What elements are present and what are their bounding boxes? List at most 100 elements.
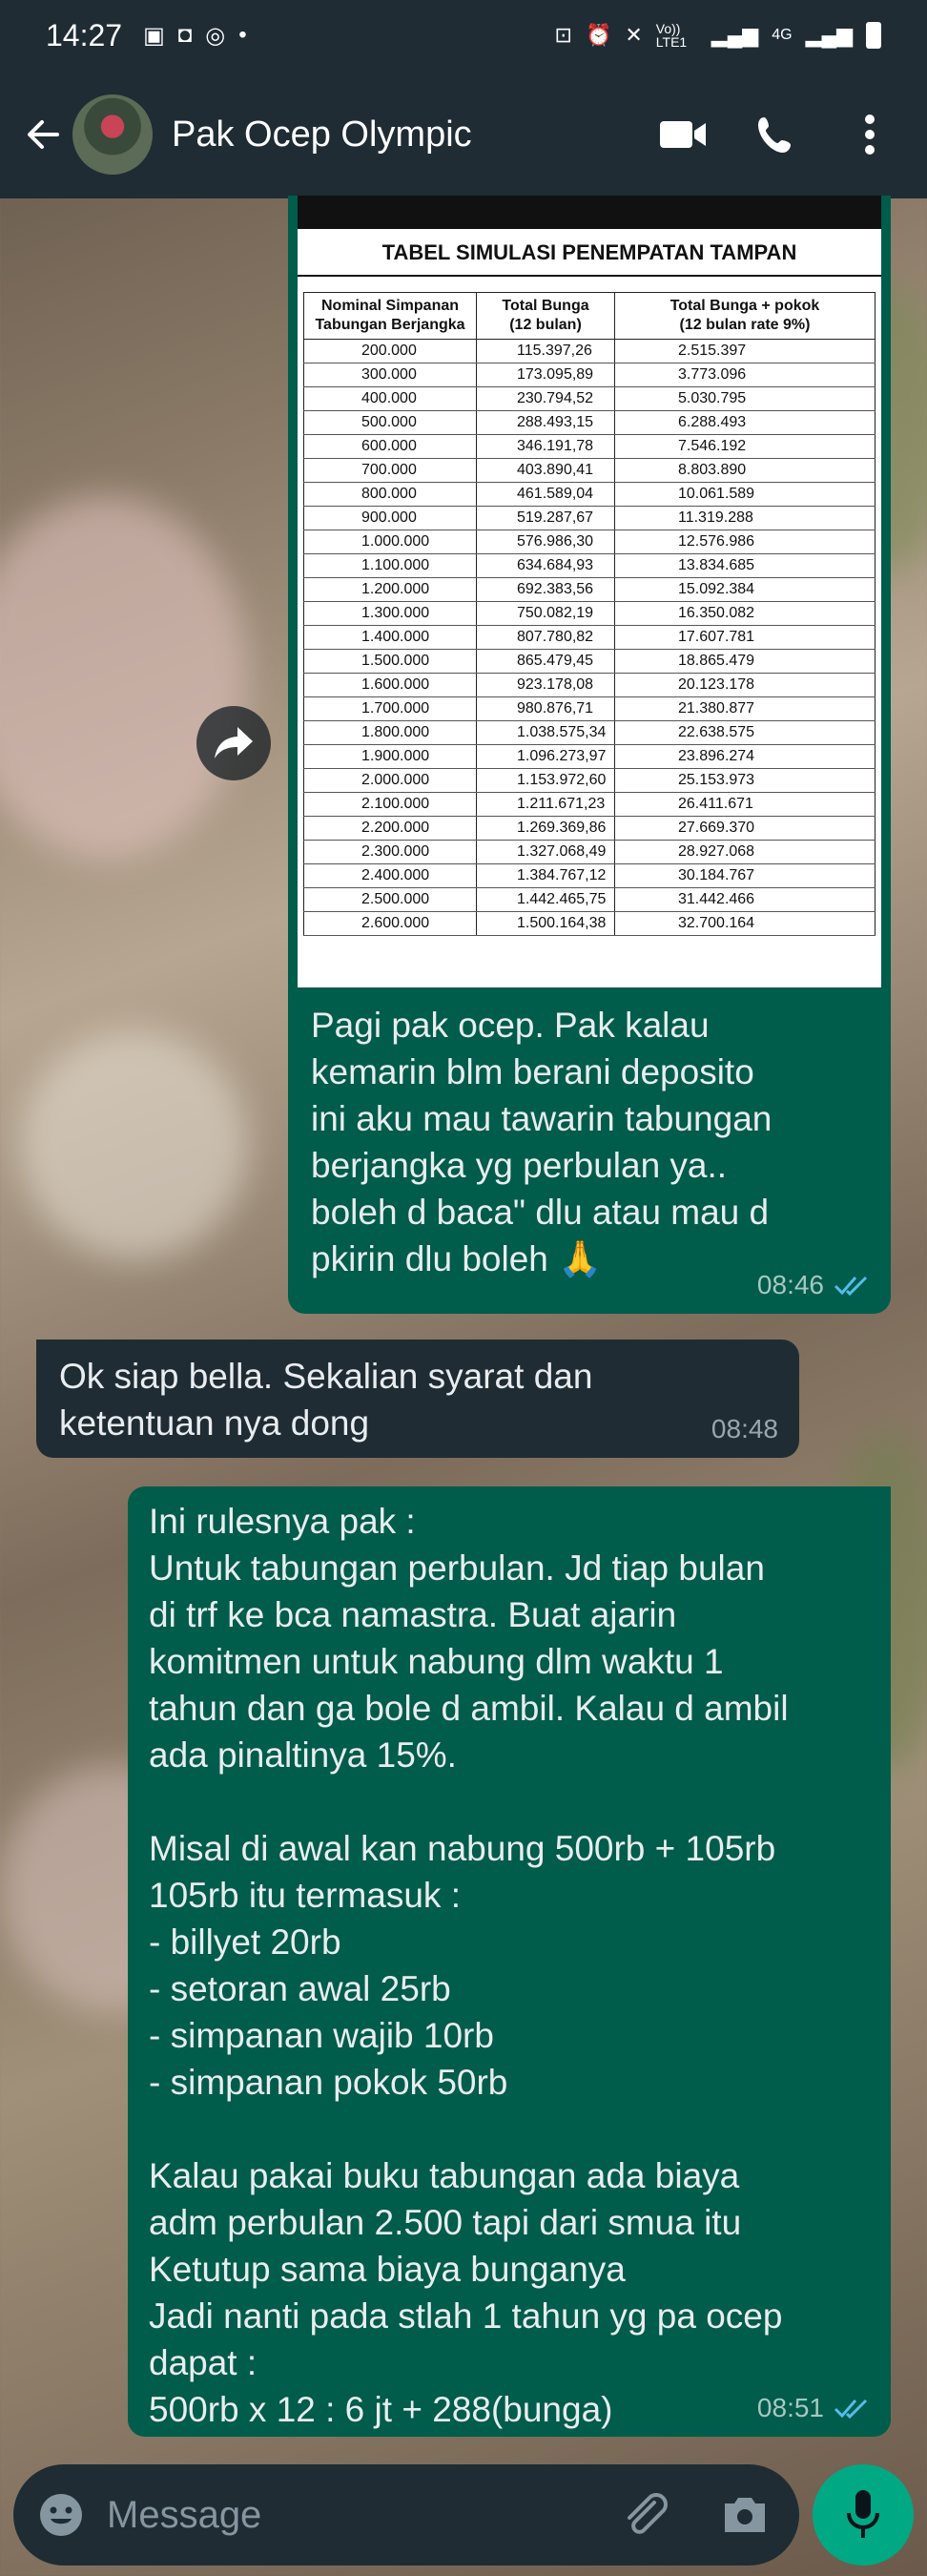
table-cell: 32.700.164 xyxy=(614,911,876,936)
battery-icon xyxy=(866,22,881,49)
status-bar: 14:27 ▣ ◘ ◎ • ⊡ ⏰ ✕ Vo)) LTE1 ▂▄▆ 4G ▂▄▆ xyxy=(0,0,927,71)
table-cell: 2.400.000 xyxy=(303,863,477,888)
message-time: 08:48 xyxy=(711,1414,778,1444)
mic-button[interactable] xyxy=(813,2464,914,2566)
message-meta: 08:48 xyxy=(711,1414,778,1444)
table-cell: 26.411.671 xyxy=(614,792,876,817)
table-body: 200.000 115.397,26 2.515.397 300.000 173.095… xyxy=(303,339,876,936)
forward-icon xyxy=(215,727,253,758)
table-cell: 634.684,93 xyxy=(476,553,615,578)
simulation-table: Nominal Simpanan Tabungan Berjangka Tota… xyxy=(303,292,876,936)
outgoing-message-bubble[interactable]: Ini rulesnya pak : Untuk tabungan perbul… xyxy=(128,1486,891,2437)
table-row: 700.000 403.890,41 8.803.890 xyxy=(303,458,876,483)
table-cell: 288.493,15 xyxy=(476,410,615,435)
attach-icon[interactable] xyxy=(620,2489,671,2541)
table-cell: 1.100.000 xyxy=(303,553,477,578)
read-ticks-icon xyxy=(834,1276,868,1297)
table-cell: 1.500.000 xyxy=(303,649,477,674)
table-row: 1.500.000 865.479,45 18.865.479 xyxy=(303,649,876,674)
table-header: Nominal Simpanan Tabungan Berjangka xyxy=(303,292,477,340)
volte-label: Vo)) LTE1 xyxy=(655,21,688,50)
table-row: 1.400.000 807.780,82 17.607.781 xyxy=(303,625,876,650)
table-row: 2.500.000 1.442.465,75 31.442.466 xyxy=(303,887,876,912)
emoji-icon[interactable] xyxy=(38,2492,84,2538)
table-cell: 1.900.000 xyxy=(303,744,477,769)
message-text: Ini rulesnya pak : Untuk tabungan perbul… xyxy=(149,1502,789,2429)
table-row: 600.000 346.191,78 7.546.192 xyxy=(303,434,876,459)
table-cell: 980.876,71 xyxy=(476,696,615,721)
table-row: 800.000 461.589,04 10.061.589 xyxy=(303,482,876,507)
table-cell: 403.890,41 xyxy=(476,458,615,483)
alarm-icon: ⏰ xyxy=(585,23,612,47)
table-cell: 18.865.479 xyxy=(614,649,876,674)
table-cell: 1.700.000 xyxy=(303,696,477,721)
more-vert-icon[interactable] xyxy=(832,96,908,173)
table-cell: 31.442.466 xyxy=(614,887,876,912)
notification-icons: ▣ ◘ ◎ • xyxy=(143,22,247,50)
image-top-bar xyxy=(298,196,881,229)
table-cell: 8.803.890 xyxy=(614,458,876,483)
table-cell: 5.030.795 xyxy=(614,386,876,411)
table-cell: 1.153.972,60 xyxy=(476,768,615,793)
message-composer[interactable]: Message xyxy=(13,2464,799,2566)
table-cell: 23.896.274 xyxy=(614,744,876,769)
table-row: 2.000.000 1.153.972,60 25.153.973 xyxy=(303,768,876,793)
voice-call-icon[interactable] xyxy=(738,96,814,173)
table-row: 2.400.000 1.384.767,12 30.184.767 xyxy=(303,863,876,888)
table-cell: 1.500.164,38 xyxy=(476,911,615,936)
table-cell: 230.794,52 xyxy=(476,386,615,411)
mute-icon: ✕ xyxy=(625,23,643,47)
simulation-table-image[interactable]: TABEL SIMULASI PENEMPATAN TAMPAN Nominal… xyxy=(298,196,881,987)
mic-icon xyxy=(847,2490,879,2538)
table-cell: 800.000 xyxy=(303,482,477,507)
table-row: 1.800.000 1.038.575,34 22.638.575 xyxy=(303,720,876,745)
lock-icon: ⊡ xyxy=(554,23,572,47)
table-row: 400.000 230.794,52 5.030.795 xyxy=(303,386,876,411)
table-title: TABEL SIMULASI PENEMPATAN TAMPAN xyxy=(298,229,881,277)
table-cell: 807.780,82 xyxy=(476,625,615,650)
table-cell: 1.600.000 xyxy=(303,673,477,697)
read-ticks-icon xyxy=(834,2399,868,2420)
table-cell: 900.000 xyxy=(303,506,477,530)
message-meta: 08:51 xyxy=(757,2393,870,2423)
incoming-message-bubble[interactable]: Ok siap bella. Sekalian syarat dan keten… xyxy=(36,1340,799,1458)
table-cell: 1.384.767,12 xyxy=(476,863,615,888)
table-cell: 400.000 xyxy=(303,386,477,411)
table-cell: 700.000 xyxy=(303,458,477,483)
table-cell: 300.000 xyxy=(303,363,477,387)
contact-name[interactable]: Pak Ocep Olympic xyxy=(172,114,628,156)
table-row: 900.000 519.287,67 11.319.288 xyxy=(303,506,876,530)
table-row: 1.000.000 576.986,30 12.576.986 xyxy=(303,530,876,554)
table-row: 1.900.000 1.096.273,97 23.896.274 xyxy=(303,744,876,769)
table-cell: 28.927.068 xyxy=(614,840,876,864)
avatar[interactable] xyxy=(72,94,153,175)
wallpaper-decoration xyxy=(19,1030,248,1259)
table-row: 2.100.000 1.211.671,23 26.411.671 xyxy=(303,792,876,817)
game-icon: ◘ xyxy=(177,21,193,48)
table-cell: 865.479,45 xyxy=(476,649,615,674)
table-cell: 346.191,78 xyxy=(476,434,615,459)
table-cell: 1.200.000 xyxy=(303,577,477,602)
forward-button[interactable] xyxy=(196,706,271,780)
camera-icon[interactable] xyxy=(721,2494,769,2536)
table-cell: 25.153.973 xyxy=(614,768,876,793)
table-cell: 20.123.178 xyxy=(614,673,876,697)
table-cell: 1.000.000 xyxy=(303,530,477,554)
table-cell: 461.589,04 xyxy=(476,482,615,507)
table-cell: 1.327.068,49 xyxy=(476,840,615,864)
instagram-icon: ◎ xyxy=(205,22,226,49)
table-cell: 2.100.000 xyxy=(303,792,477,817)
table-cell: 600.000 xyxy=(303,434,477,459)
signal-icon: ▂▄▆ xyxy=(711,23,759,47)
signal-icon: ▂▄▆ xyxy=(805,23,853,47)
message-input[interactable]: Message xyxy=(107,2494,620,2537)
message-time: 08:46 xyxy=(756,1270,824,1299)
gallery-icon: ▣ xyxy=(143,22,165,49)
back-arrow-icon[interactable] xyxy=(19,111,67,158)
video-call-icon[interactable] xyxy=(645,96,721,173)
table-cell: 1.300.000 xyxy=(303,601,477,626)
table-row: 2.600.000 1.500.164,38 32.700.164 xyxy=(303,911,876,936)
table-row: 1.300.000 750.082,19 16.350.082 xyxy=(303,601,876,626)
table-cell: 173.095,89 xyxy=(476,363,615,387)
table-cell: 15.092.384 xyxy=(614,577,876,602)
